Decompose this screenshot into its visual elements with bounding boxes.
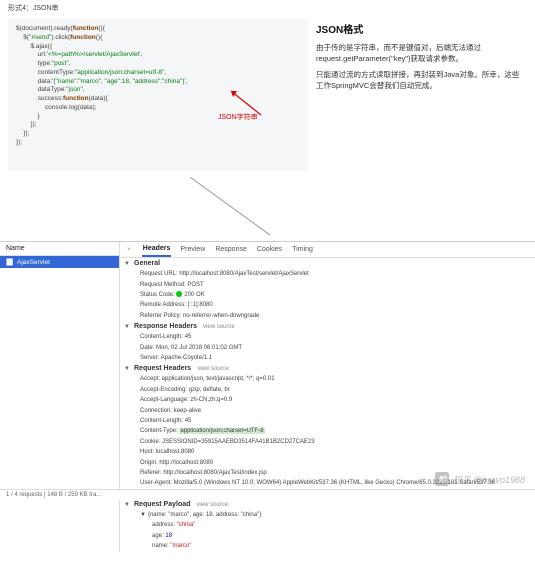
explain-p1: 由于传的是字符串，而不是键值对，后端无法通过request.getParamet…: [316, 42, 521, 65]
divider-line: [0, 177, 535, 237]
name-column: Name AjaxServlet: [0, 242, 120, 551]
close-icon[interactable]: ×: [124, 246, 134, 253]
explain-title: JSON格式: [316, 21, 521, 36]
kv-remote: Remote Address: [::1]:8080: [120, 300, 535, 310]
chevron-down-icon: ▼: [124, 324, 130, 330]
tab-bar: × Headers Preview Response Cookies Timin…: [120, 242, 535, 258]
code-block: $(document).ready(function(){ $("#send")…: [8, 19, 308, 171]
top-section: $(document).ready(function(){ $("#send")…: [0, 13, 535, 175]
chevron-down-icon: ▼: [124, 261, 130, 267]
content-type-highlight: application/json;charset=UTF-8: [179, 428, 264, 434]
section-payload[interactable]: ▼Request Payloadview source: [120, 499, 535, 510]
header-label: 形式4：JSON串: [0, 0, 535, 13]
kv-method: Request Method: POST: [120, 280, 535, 290]
svg-text:知: 知: [437, 475, 447, 484]
tab-cookies[interactable]: Cookies: [256, 243, 283, 256]
status-dot-icon: [176, 291, 182, 297]
annotation-label: JSON字符串: [218, 113, 258, 122]
devtools-panel: Name AjaxServlet × Headers Preview Respo…: [0, 241, 535, 551]
request-item[interactable]: AjaxServlet: [0, 256, 119, 268]
detail-column: × Headers Preview Response Cookies Timin…: [120, 242, 535, 551]
kv-url: Request URL: http://localhost:8080/AjaxT…: [120, 269, 535, 279]
status-bar: 1 / 4 requests | 148 B / 259 KB tra...: [0, 489, 535, 500]
tab-headers[interactable]: Headers: [142, 242, 172, 257]
tab-response[interactable]: Response: [214, 243, 248, 256]
chevron-down-icon: ▼: [124, 366, 130, 372]
section-general[interactable]: ▼General: [120, 258, 535, 269]
kv-refpolicy: Referrer Policy: no-referrer-when-downgr…: [120, 311, 535, 321]
name-header: Name: [0, 242, 119, 256]
chevron-down-icon: ▼: [124, 502, 130, 508]
section-request[interactable]: ▼Request Headersview source: [120, 363, 535, 374]
explain-panel: JSON格式 由于传的是字符串，而不是键值对，后端无法通过request.get…: [314, 19, 527, 171]
explain-p2: 只能通过流的方式读取拼接，再封装到Java对象。所幸，这些工作SpringMVC…: [316, 69, 521, 92]
kv-status: Status Code: 200 OK: [120, 290, 535, 300]
tab-timing[interactable]: Timing: [291, 243, 314, 256]
section-response[interactable]: ▼Response Headersview source: [120, 321, 535, 332]
watermark: 知 知乎 @bravo1988: [435, 472, 525, 486]
tab-preview[interactable]: Preview: [179, 243, 206, 256]
chevron-down-icon: ▼: [140, 512, 146, 518]
file-icon: [6, 258, 14, 266]
zhihu-icon: 知: [435, 472, 449, 486]
